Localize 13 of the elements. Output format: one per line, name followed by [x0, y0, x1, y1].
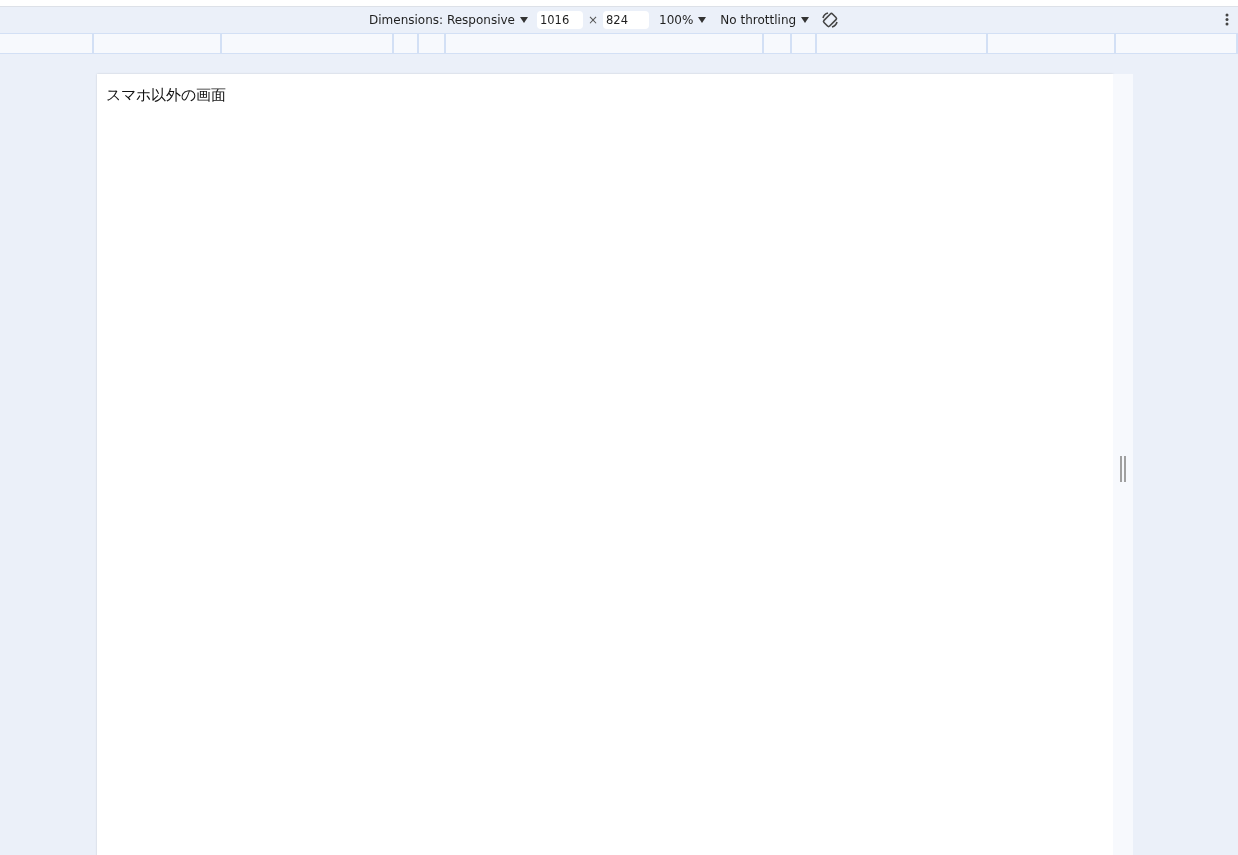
zoom-dropdown[interactable]: 100% [659, 13, 707, 27]
page-heading: スマホ以外の画面 [106, 86, 227, 105]
caret-icon [801, 17, 810, 23]
rotate-icon[interactable] [821, 11, 840, 29]
resize-handle-icon[interactable] [1120, 456, 1126, 482]
throttling-dropdown[interactable]: No throttling [720, 13, 810, 27]
width-field[interactable]: 1016 [536, 11, 583, 29]
caret-icon [698, 17, 707, 23]
height-field[interactable]: 824 [603, 11, 650, 29]
more-options-icon[interactable] [1225, 13, 1229, 26]
dimensions-dropdown[interactable]: Dimensions: Responsive [369, 13, 528, 27]
caret-icon [519, 17, 528, 23]
times-sign: × [587, 13, 599, 27]
